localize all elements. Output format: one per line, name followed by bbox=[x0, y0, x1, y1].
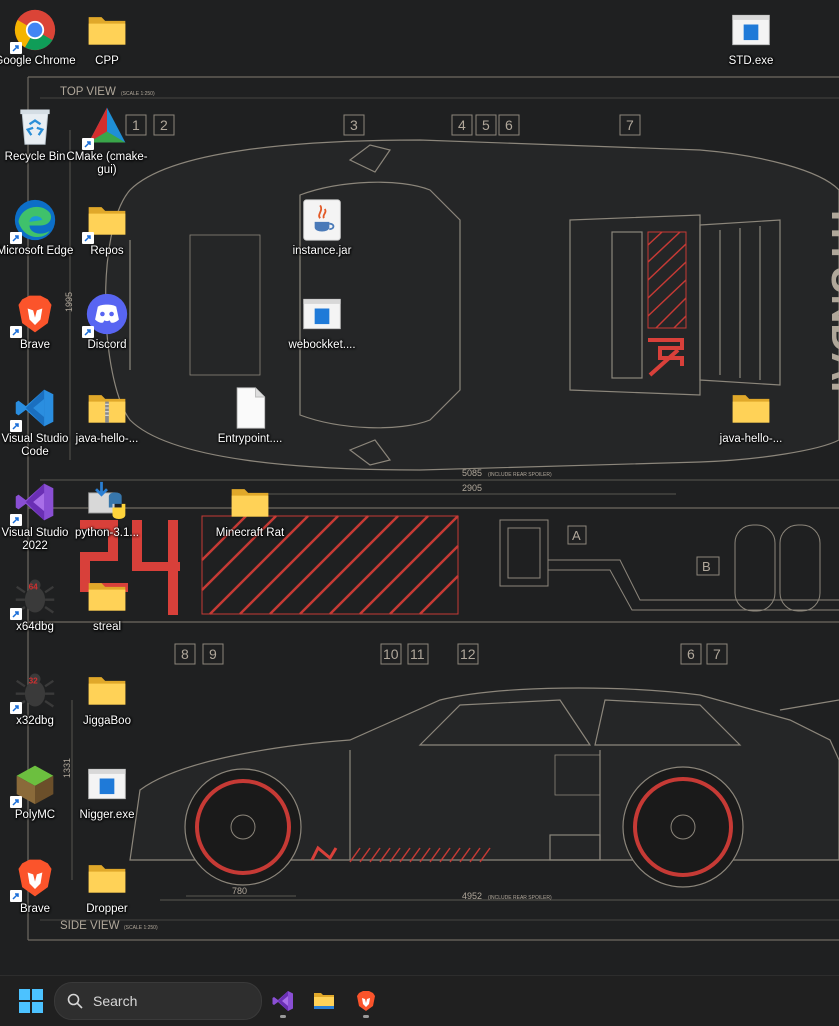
running-indicator bbox=[363, 1015, 369, 1018]
desktop-icon-jiggaboo[interactable]: JiggaBoo bbox=[62, 660, 152, 754]
desktop-icon-nigger-exe[interactable]: Nigger.exe bbox=[62, 754, 152, 848]
dim-5085-note: (INCLUDE REAR SPOILER) bbox=[488, 472, 552, 478]
rear-wheel bbox=[622, 766, 744, 888]
desktop-icon-cpp[interactable]: CPP bbox=[62, 0, 152, 94]
diagram-label-b: B bbox=[702, 559, 711, 574]
shortcut-arrow-icon bbox=[10, 702, 22, 714]
icon-label: streal bbox=[92, 621, 122, 633]
visual-studio-icon bbox=[272, 991, 293, 1011]
taskbar-app-visual-studio[interactable] bbox=[267, 984, 299, 1018]
callout-7-side: 7 bbox=[713, 646, 721, 662]
shortcut-arrow-icon bbox=[10, 326, 22, 338]
callout-4: 4 bbox=[458, 117, 466, 133]
icon-label: python-3.1... bbox=[75, 527, 139, 539]
callout-9: 9 bbox=[209, 646, 217, 662]
icon-label: STD.exe bbox=[728, 55, 774, 67]
desktop-icon-repos[interactable]: Repos bbox=[62, 190, 152, 284]
callout-11: 11 bbox=[410, 646, 425, 662]
shortcut-arrow-icon bbox=[10, 42, 22, 54]
taskbar-app-file-explorer[interactable] bbox=[308, 984, 340, 1018]
app-window-icon bbox=[303, 298, 341, 330]
dim-780: 780 bbox=[232, 886, 247, 896]
windows-logo-icon bbox=[19, 989, 43, 1013]
file-icon bbox=[236, 387, 266, 429]
icon-label: Nigger.exe bbox=[79, 809, 135, 821]
desktop-icon-discord[interactable]: Discord bbox=[62, 284, 152, 378]
shortcut-arrow-icon bbox=[10, 514, 22, 526]
folder-icon bbox=[88, 677, 126, 705]
icon-label: java-hello-... bbox=[75, 433, 139, 445]
folder-icon bbox=[88, 17, 126, 45]
search-icon bbox=[67, 993, 83, 1009]
python-installer-icon bbox=[88, 481, 126, 519]
desktop-icon-streal[interactable]: streal bbox=[62, 566, 152, 660]
folder-icon bbox=[231, 489, 269, 517]
taskbar-search-box[interactable]: Search bbox=[54, 982, 262, 1020]
dim-5085: 5085 bbox=[462, 468, 482, 478]
file-explorer-icon bbox=[314, 993, 334, 1009]
icon-label: Dropper bbox=[86, 903, 128, 915]
desktop-icon-java-hello-zip[interactable]: java-hello-... bbox=[62, 378, 152, 472]
icon-label: Repos bbox=[90, 245, 124, 257]
folder-icon bbox=[732, 395, 770, 423]
icon-label: Discord bbox=[87, 339, 127, 351]
callout-3: 3 bbox=[350, 117, 358, 133]
dim-4952: 4952 bbox=[462, 891, 482, 901]
dim-4952-note: (INCLUDE REAR SPOILER) bbox=[488, 895, 552, 901]
diagram-label-a: A bbox=[572, 528, 581, 543]
svg-text:32: 32 bbox=[29, 677, 39, 686]
shortcut-arrow-icon bbox=[82, 326, 94, 338]
callout-7: 7 bbox=[626, 117, 634, 133]
desktop-icon-java-hello-folder[interactable]: java-hello-... bbox=[706, 378, 796, 472]
desktop-icon-dropper[interactable]: Dropper bbox=[62, 848, 152, 942]
callout-5: 5 bbox=[482, 117, 490, 133]
desktop-icon-webockket[interactable]: webockket.... bbox=[277, 284, 367, 378]
shortcut-arrow-icon bbox=[10, 890, 22, 902]
icon-label: java-hello-... bbox=[719, 433, 783, 445]
brand-text: HYUNDAI bbox=[823, 210, 839, 392]
start-button[interactable] bbox=[18, 988, 44, 1014]
desktop-icon-entrypoint[interactable]: Entrypoint.... bbox=[205, 378, 295, 472]
running-indicator bbox=[280, 1015, 286, 1018]
svg-text:64: 64 bbox=[29, 583, 39, 592]
icon-label: CPP bbox=[95, 55, 119, 67]
brave-icon bbox=[357, 991, 375, 1011]
front-wheel bbox=[184, 768, 302, 886]
icon-label: Minecraft Rat bbox=[215, 527, 285, 539]
icon-label: JiggaBoo bbox=[83, 715, 131, 727]
shortcut-arrow-icon bbox=[10, 420, 22, 432]
icon-label: Entrypoint.... bbox=[217, 433, 283, 445]
java-icon bbox=[303, 199, 341, 241]
recycle-bin-icon bbox=[20, 109, 50, 145]
shortcut-arrow-icon bbox=[10, 232, 22, 244]
icon-label: webockket.... bbox=[288, 339, 356, 351]
icon-label: CMake (cmake-gui) bbox=[66, 151, 148, 176]
shortcut-arrow-icon bbox=[10, 796, 22, 808]
icon-label: instance.jar bbox=[292, 245, 352, 257]
callout-12: 12 bbox=[460, 646, 476, 662]
folder-icon bbox=[88, 583, 126, 611]
desktop-icon-python-installer[interactable]: python-3.1... bbox=[62, 472, 152, 566]
callout-8: 8 bbox=[181, 646, 189, 662]
app-window-icon bbox=[732, 14, 770, 46]
desktop-icon-minecraft-rat[interactable]: Minecraft Rat bbox=[205, 472, 295, 566]
shortcut-arrow-icon bbox=[10, 608, 22, 620]
callout-6-side: 6 bbox=[687, 646, 695, 662]
app-window-icon bbox=[88, 768, 126, 800]
callout-6: 6 bbox=[505, 117, 513, 133]
callout-2: 2 bbox=[160, 117, 168, 133]
taskbar: Search bbox=[0, 975, 839, 1026]
dim-2905: 2905 bbox=[462, 483, 482, 493]
taskbar-app-brave[interactable] bbox=[350, 984, 382, 1018]
shortcut-arrow-icon bbox=[82, 232, 94, 244]
desktop-icon-instance-jar[interactable]: instance.jar bbox=[277, 190, 367, 284]
shortcut-arrow-icon bbox=[82, 138, 94, 150]
search-placeholder: Search bbox=[93, 993, 138, 1009]
folder-icon bbox=[88, 865, 126, 893]
callout-10: 10 bbox=[383, 646, 399, 662]
zip-folder-icon bbox=[88, 395, 126, 423]
desktop-icon-std-exe[interactable]: STD.exe bbox=[706, 0, 796, 94]
desktop-icon-cmake[interactable]: CMake (cmake-gui) bbox=[62, 96, 152, 190]
